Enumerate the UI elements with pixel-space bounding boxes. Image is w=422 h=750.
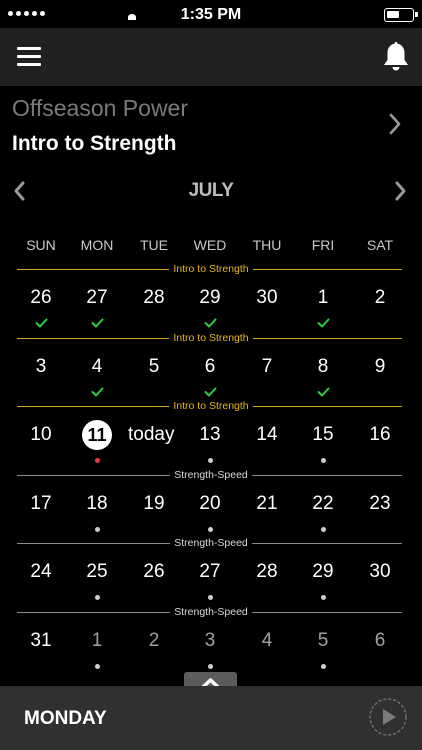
day-cell[interactable]: 4 [241,629,293,653]
scheduled-workout-dot [94,664,100,669]
play-icon[interactable] [368,697,408,737]
week-phase-label: Intro to Strength [0,400,422,413]
completed-check-icon [317,318,330,328]
day-cell[interactable]: 6 [184,355,236,379]
day-cell[interactable]: 18 [71,492,123,516]
week-phase-label: Intro to Strength [0,332,422,345]
day-cell[interactable]: 6 [354,629,406,653]
chevron-right-icon[interactable] [388,112,402,136]
completed-check-icon [317,387,330,397]
scheduled-workout-dot [320,664,326,669]
day-cell[interactable]: 5 [297,629,349,653]
day-cell[interactable]: 5 [128,355,180,379]
completed-check-icon [204,318,217,328]
selected-day-label: MONDAY [24,708,107,729]
day-cell[interactable]: 22 [297,492,349,516]
day-cell[interactable]: 1 [71,629,123,653]
day-cell[interactable]: 30 [354,560,406,584]
bottom-bar: MONDAY [0,686,422,750]
week-phase-label: Intro to Strength [0,263,422,276]
bell-icon[interactable] [382,40,410,73]
completed-check-icon [91,387,104,397]
month-title: JULY [188,180,234,201]
day-cell[interactable]: 28 [128,286,180,310]
scheduled-workout-dot [207,458,213,463]
day-cell[interactable]: 3 [15,355,67,379]
day-cell[interactable]: 29 [297,560,349,584]
day-cell[interactable]: 7 [241,355,293,379]
day-cell[interactable]: 10 [15,423,67,447]
day-cell[interactable]: 2 [128,629,180,653]
day-cell[interactable]: 1 [297,286,349,310]
day-cell[interactable]: 26 [15,286,67,310]
day-cell[interactable]: 13 [184,423,236,447]
nav-bar [0,28,422,86]
weekday-thu: THU [252,237,282,253]
scheduled-workout-dot [94,527,100,532]
weekday-tue: TUE [140,237,168,253]
scheduled-workout-dot [207,527,213,532]
weekday-fri: FRI [311,237,335,253]
week-phase-label-text: Strength-Speed [170,537,252,549]
week-phase-label-text: Strength-Speed [170,469,252,481]
day-cell[interactable]: 31 [15,629,67,653]
week-phase-label-text: Intro to Strength [169,400,253,412]
scheduled-workout-dot [320,527,326,532]
week-phase-label-text: Intro to Strength [169,263,253,275]
status-time: 1:35 PM [180,6,242,23]
week-phase-label-text: Intro to Strength [169,332,253,344]
week-phase-label-text: Strength-Speed [170,606,252,618]
scheduled-workout-dot [94,595,100,600]
chevron-right-icon[interactable] [394,180,408,202]
program-name: Offseason Power [12,95,189,121]
day-cell[interactable]: 26 [128,560,180,584]
workout-name: Intro to Strength [12,132,177,155]
week-phase-label: Strength-Speed [0,606,422,619]
scheduled-workout-dot [207,664,213,669]
day-cell[interactable]: 19 [128,492,180,516]
day-cell[interactable]: 20 [184,492,236,516]
day-cell[interactable]: 3 [184,629,236,653]
day-cell[interactable]: 9 [354,355,406,379]
day-cell[interactable]: 29 [184,286,236,310]
battery-icon [384,8,418,22]
day-cell[interactable]: 4 [71,355,123,379]
status-bar: 1:35 PM [0,0,422,28]
day-cell[interactable]: 25 [71,560,123,584]
day-cell[interactable]: 2 [354,286,406,310]
day-cell[interactable]: 30 [241,286,293,310]
week-phase-label: Strength-Speed [0,537,422,550]
day-cell[interactable]: 16 [354,423,406,447]
day-cell[interactable]: 27 [71,286,123,310]
hamburger-icon[interactable] [17,47,41,67]
weekday-mon: MON [80,237,114,253]
today-day-cell[interactable]: 11 [82,420,112,450]
day-cell[interactable]: 14 [241,423,293,447]
day-cell[interactable]: 28 [241,560,293,584]
week-phase-label: Strength-Speed [0,469,422,482]
weekday-wed: WED [193,237,227,253]
scheduled-workout-dot [207,595,213,600]
today-workout-dot [94,458,100,463]
completed-check-icon [35,318,48,328]
day-cell[interactable]: 21 [241,492,293,516]
day-cell[interactable]: 23 [354,492,406,516]
completed-check-icon [204,387,217,397]
day-cell[interactable]: 8 [297,355,349,379]
completed-check-icon [91,318,104,328]
weekday-sat: SAT [366,237,394,253]
today-label[interactable]: today [128,423,174,447]
day-cell[interactable]: 24 [15,560,67,584]
day-cell[interactable]: 15 [297,423,349,447]
weekday-sun: SUN [26,237,56,253]
scheduled-workout-dot [320,458,326,463]
day-cell[interactable]: 17 [15,492,67,516]
scheduled-workout-dot [320,595,326,600]
day-cell[interactable]: 27 [184,560,236,584]
